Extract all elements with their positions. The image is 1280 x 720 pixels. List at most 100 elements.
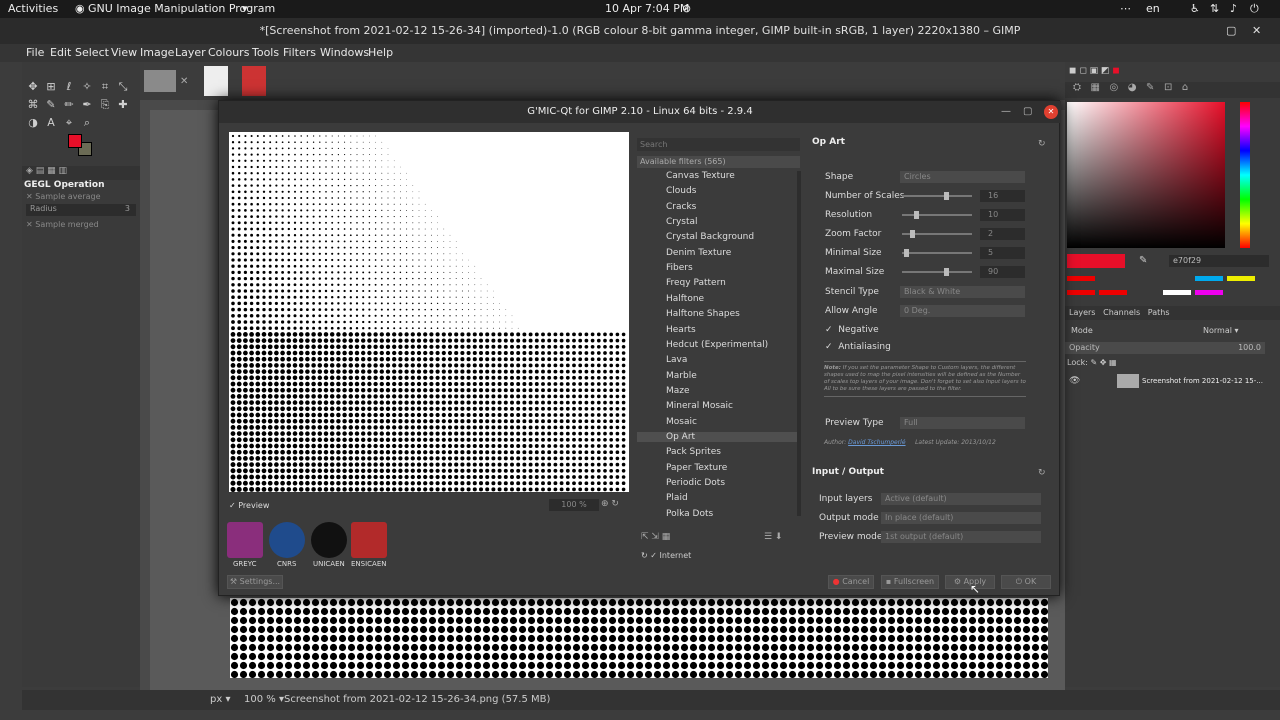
warp-tool-icon[interactable]: ⌘ [26,98,40,112]
minimal-size-slider[interactable] [902,249,972,257]
filter-list-item[interactable]: Mosaic [666,417,697,427]
brush-tabs[interactable]: ◼ ◻ ▣ ◩ ◼ [1069,66,1120,76]
filter-list-item[interactable]: Plaid [666,493,688,503]
maximize-icon[interactable]: ▢ [1023,101,1032,123]
filter-list-item[interactable]: Halftone Shapes [666,309,740,319]
close-icon[interactable]: ✕ [1252,18,1261,44]
maximal-size-spin[interactable]: 90 [980,266,1025,278]
heal-tool-icon[interactable]: ✚ [116,98,130,112]
menu-edit[interactable]: Edit [50,46,71,59]
filter-list-item[interactable]: Paper Texture [666,463,727,473]
filter-list-item[interactable]: Maze [666,386,690,396]
filter-list-item[interactable]: Hedcut (Experimental) [666,340,768,350]
antialiasing-checkbox[interactable]: ✓ Antialiasing [825,342,891,352]
filter-list-item[interactable]: Crystal Background [666,232,754,242]
ok-button[interactable]: ⏻ OK [1001,575,1051,589]
color-picker-icon[interactable]: ⌖ [62,116,76,130]
filter-list-item[interactable]: Periodic Dots [666,478,725,488]
zoom-tool-icon[interactable]: ⌕ [80,116,94,130]
zoom-factor-slider[interactable] [902,230,972,238]
tab-layers[interactable]: Layers [1069,308,1095,317]
eye-icon[interactable]: 👁 [1069,376,1080,386]
close-icon[interactable]: ✕ [1044,105,1058,119]
more-icon[interactable]: ⋯ [1120,2,1131,15]
fuzzy-select-icon[interactable]: ✧ [80,80,94,94]
accessibility-icon[interactable]: ♿ [1190,2,1200,15]
zoom-factor-spin[interactable]: 2 [980,228,1025,240]
hex-color-input[interactable]: e70f29 [1169,255,1269,267]
filter-list-item[interactable]: Lava [666,355,687,365]
menu-select[interactable]: Select [75,46,109,59]
mode-select[interactable]: Normal ▾ [1203,326,1239,335]
menu-view[interactable]: View [111,46,137,59]
menu-tools[interactable]: Tools [252,46,279,59]
clock[interactable]: 10 Apr 7:04 PM [605,2,689,15]
path-tool-icon[interactable]: ✎ [44,98,58,112]
filter-search-input[interactable]: Search [637,138,800,151]
menu-filters[interactable]: Filters [283,46,316,59]
filter-list-item[interactable]: Hearts [666,325,696,335]
filter-list-item[interactable]: Pack Sprites [666,447,721,457]
allow-angle-select[interactable]: 0 Deg. [900,305,1025,317]
filter-list-scrollbar[interactable] [797,171,801,516]
minimal-size-spin[interactable]: 5 [980,247,1025,259]
dodge-tool-icon[interactable]: ◑ [26,116,40,130]
image-thumbnail[interactable] [144,70,176,92]
minimize-icon[interactable]: — [1001,101,1011,123]
pencil-icon[interactable]: ✏ [62,98,76,112]
menu-windows[interactable]: Windows [320,46,369,59]
filter-list-item[interactable]: Cracks [666,202,696,212]
layer-row[interactable]: 👁 Screenshot from 2021-02-12 15-... [1065,374,1280,390]
zoom-select[interactable]: 100 % ▾ [244,694,284,705]
filter-list-item[interactable]: Op Art [637,431,800,442]
align-tool-icon[interactable]: ⊞ [44,80,58,94]
menu-layer[interactable]: Layer [175,46,206,59]
radius-slider[interactable]: Radius 3 [26,204,136,216]
negative-checkbox[interactable]: ✓ Negative [825,325,879,335]
filter-list-item[interactable]: Canvas Texture [666,171,735,181]
filter-list-item[interactable]: Marble [666,371,697,381]
volume-icon[interactable]: ♪ [1230,2,1237,15]
language-indicator[interactable]: en [1146,2,1160,15]
unit-select[interactable]: px ▾ [210,694,230,705]
menu-help[interactable]: Help [368,46,393,59]
filter-list-item[interactable]: Clouds [666,186,696,196]
resolution-slider[interactable] [902,211,972,219]
lock-row[interactable]: Lock: ✎ ✥ ▦ [1067,358,1117,367]
internet-update[interactable]: ↻ ✓ Internet [641,551,691,560]
filter-list-item[interactable]: Halftone [666,294,704,304]
text-tool-icon[interactable]: A [44,116,58,130]
filter-list-item[interactable]: Polka Dots [666,509,713,519]
network-icon[interactable]: ⇅ [1210,2,1219,15]
num-scales-spin[interactable]: 16 [980,190,1025,202]
color-dock-tabs[interactable]: ⛭ ▦ ◎ ◕ ✎ ⊡ ⌂ [1065,82,1280,98]
menu-image[interactable]: Image [140,46,174,59]
reset-io-icon[interactable]: ↻ [1038,468,1046,478]
num-scales-slider[interactable] [902,192,972,200]
image-thumbnail[interactable] [204,66,228,96]
image-canvas[interactable] [230,598,1048,678]
sample-average-checkbox[interactable]: ✕ Sample average [26,192,101,201]
settings-button[interactable]: ⚒ Settings... [227,575,283,589]
foreground-color-swatch[interactable] [68,134,82,148]
preview-type-select[interactable]: Full [900,417,1025,429]
color-picker-square[interactable] [1067,102,1225,248]
stencil-type-select[interactable]: Black & White [900,286,1025,298]
filter-list-item[interactable]: Fibers [666,263,693,273]
output-mode-select[interactable]: In place (default) [881,512,1041,524]
menu-colours[interactable]: Colours [208,46,249,59]
filter-list-item[interactable]: Crystal [666,217,698,227]
zoom-reset-icons[interactable]: ⊕ ↻ [601,499,619,509]
lasso-tool-icon[interactable]: ℓ [62,80,76,94]
tool-options-tabs[interactable]: ◈ ▤ ▦ ▥ [22,166,140,180]
zoom-input[interactable]: 100 % [549,499,599,511]
maximal-size-slider[interactable] [902,268,972,276]
resolution-spin[interactable]: 10 [980,209,1025,221]
sample-merged-checkbox[interactable]: ✕ Sample merged [26,220,99,229]
crop-tool-icon[interactable]: ⌗ [98,80,112,94]
filter-list-item[interactable]: Freqy Pattern [666,278,726,288]
preview-checkbox[interactable]: ✓ Preview [229,501,269,510]
reset-params-icon[interactable]: ↻ [1038,139,1046,149]
filter-list-item[interactable]: Mineral Mosaic [666,401,733,411]
close-icon[interactable]: ✕ [180,76,188,87]
